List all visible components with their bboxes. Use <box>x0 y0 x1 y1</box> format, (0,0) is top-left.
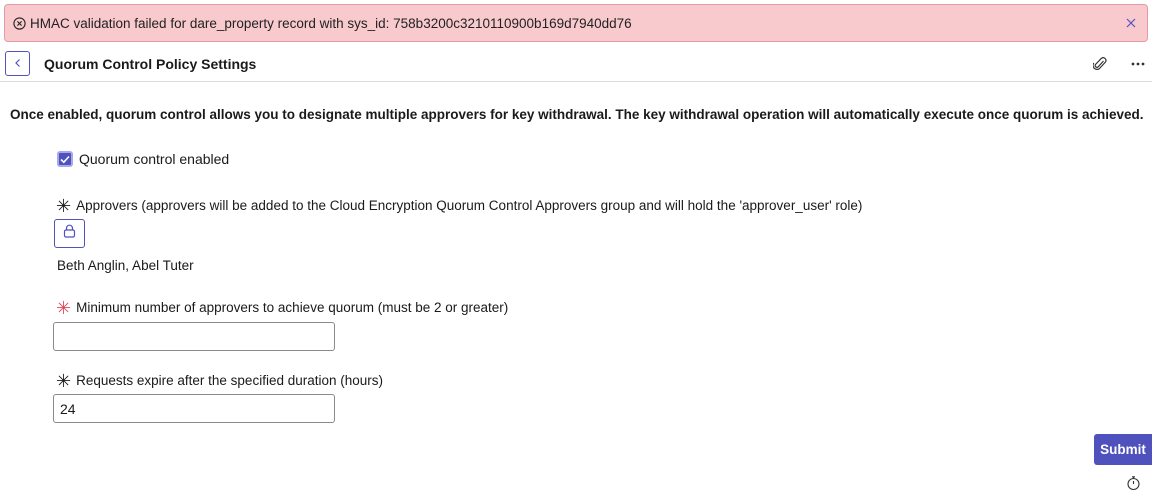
required-asterisk: ✳ <box>56 297 72 318</box>
back-button[interactable] <box>5 51 30 76</box>
error-message: HMAC validation failed for dare_property… <box>30 15 632 31</box>
paperclip-icon[interactable] <box>1090 54 1110 74</box>
page-title: Quorum Control Policy Settings <box>44 55 257 72</box>
min-approvers-input[interactable] <box>53 322 335 351</box>
approvers-value: Beth Anglin, Abel Tuter <box>57 258 194 273</box>
stopwatch-icon[interactable] <box>1126 475 1141 491</box>
quorum-control-label: Quorum control enabled <box>79 151 230 167</box>
approvers-label-row: ✳ Approvers (approvers will be added to … <box>56 195 863 216</box>
min-approvers-label: Minimum number of approvers to achieve q… <box>76 300 509 315</box>
mandatory-asterisk: ✳ <box>56 370 72 391</box>
form-header: Quorum Control Policy Settings <box>0 46 1152 82</box>
expiry-label-row: ✳ Requests expire after the specified du… <box>56 370 384 391</box>
min-approvers-label-row: ✳ Minimum number of approvers to achieve… <box>56 297 509 318</box>
chevron-left-icon <box>13 55 23 73</box>
submit-button[interactable]: Submit <box>1094 434 1152 465</box>
close-icon[interactable] <box>1123 15 1139 31</box>
intro-text: Once enabled, quorum control allows you … <box>10 107 1144 122</box>
expiry-hours-input[interactable] <box>53 394 335 423</box>
more-horizontal-icon[interactable] <box>1128 54 1148 74</box>
error-circle-icon <box>13 16 26 30</box>
approvers-lock-button[interactable] <box>54 219 85 248</box>
error-banner: HMAC validation failed for dare_property… <box>4 4 1148 42</box>
expiry-label: Requests expire after the specified dura… <box>76 373 384 388</box>
approvers-label: Approvers (approvers will be added to th… <box>76 198 863 213</box>
lock-icon <box>63 224 76 243</box>
mandatory-asterisk: ✳ <box>56 195 72 216</box>
quorum-control-row: Quorum control enabled <box>57 151 229 167</box>
quorum-control-checkbox[interactable] <box>57 151 73 167</box>
